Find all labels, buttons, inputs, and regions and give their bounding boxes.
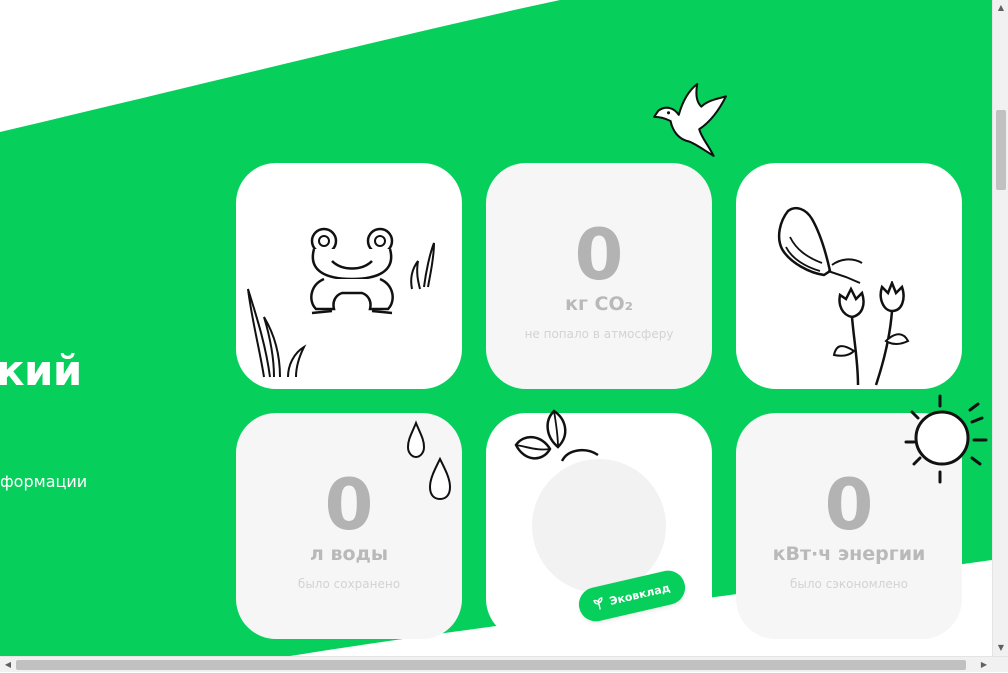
eco-avatar-circle <box>532 459 666 593</box>
scroll-right-icon[interactable]: ▶ <box>976 657 992 673</box>
butterfly-icon <box>777 207 863 284</box>
eco-button-label: Эковклад <box>608 580 672 608</box>
sprout-icon <box>593 597 603 610</box>
energy-value: 0 <box>824 464 874 546</box>
frog-icon <box>310 227 394 315</box>
horizontal-scrollbar[interactable]: ◀ ▶ <box>0 656 1008 672</box>
flowers-icon <box>832 281 910 386</box>
scroll-left-icon[interactable]: ◀ <box>0 657 16 673</box>
energy-stat-card: 0 кВт·ч энергии было сэкономлено <box>736 413 962 639</box>
co2-unit: кг CO₂ <box>565 293 633 315</box>
hero-subtitle: формации <box>0 472 88 491</box>
water-stat-card: 0 л воды было сохранено <box>236 413 462 639</box>
co2-description: не попало в атмосферу <box>524 327 674 341</box>
grass-icon <box>410 242 435 290</box>
butterfly-card <box>736 163 962 389</box>
water-description: было сохранено <box>297 577 401 591</box>
water-value: 0 <box>324 464 374 546</box>
grass-icon <box>247 288 307 378</box>
energy-unit: кВт·ч энергии <box>772 543 926 565</box>
eco-contribution-card: Эковклад <box>486 409 712 639</box>
horizontal-scroll-thumb[interactable] <box>16 660 966 670</box>
scroll-down-icon[interactable]: ▼ <box>993 640 1008 656</box>
frog-card <box>236 163 462 389</box>
vertical-scrollbar[interactable]: ▲ ▼ <box>992 0 1008 656</box>
hero-title: кий <box>0 346 82 395</box>
co2-stat-card: 0 кг CO₂ не попало в атмосферу <box>486 163 712 389</box>
water-unit: л воды <box>309 543 389 565</box>
vertical-scroll-thumb[interactable] <box>996 110 1006 190</box>
co2-value: 0 <box>574 214 624 296</box>
scroll-up-icon[interactable]: ▲ <box>993 0 1008 16</box>
energy-description: было сэкономлено <box>790 577 908 591</box>
